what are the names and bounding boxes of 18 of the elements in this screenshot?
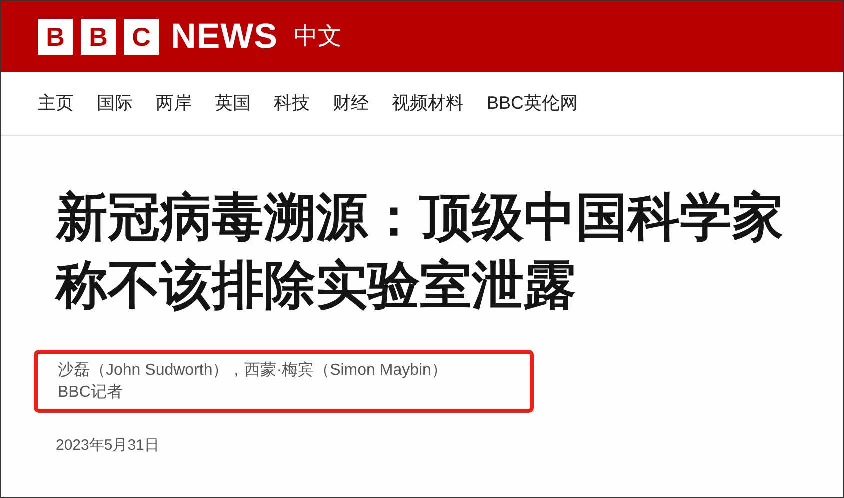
- nav-link[interactable]: 两岸: [156, 92, 192, 114]
- byline-authors: 沙磊（John Sudworth），西蒙·梅宾（Simon Maybin）: [58, 360, 448, 381]
- edition-label: 中文: [294, 24, 342, 48]
- nav-link[interactable]: 主页: [38, 92, 74, 114]
- logo[interactable]: B B C NEWS: [38, 18, 278, 54]
- nav-link[interactable]: 国际: [97, 92, 133, 114]
- logo-wordmark: NEWS: [171, 19, 278, 54]
- nav-link[interactable]: 科技: [274, 92, 310, 114]
- nav-link[interactable]: BBC英伦网: [487, 92, 578, 114]
- logo-letter: B: [81, 18, 116, 54]
- nav-link[interactable]: 英国: [215, 92, 251, 114]
- nav-link[interactable]: 视频材料: [392, 92, 464, 114]
- headline: 新冠病毒溯源：顶级中国科学家称不该排除实验室泄露: [56, 188, 785, 317]
- logo-letter: C: [124, 18, 159, 54]
- logo-letter: B: [38, 18, 73, 54]
- nav-link[interactable]: 财经: [333, 92, 369, 114]
- byline-role: BBC记者: [58, 382, 124, 403]
- publish-date: 2023年5月31日: [56, 436, 160, 456]
